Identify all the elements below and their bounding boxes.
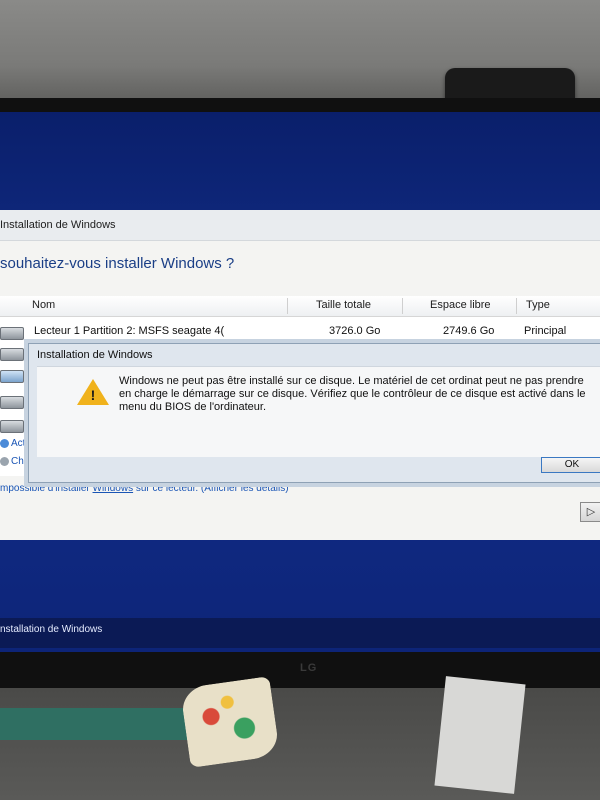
table-row[interactable]: Lecteur 1 Partition 2: MSFS seagate 4( 3…	[0, 321, 600, 343]
hard-drive-icon[interactable]	[0, 348, 24, 361]
load-driver-link[interactable]: Cha	[0, 456, 29, 467]
partition-name: Lecteur 1 Partition 2: MSFS seagate 4(	[34, 325, 225, 337]
partition-total: 3726.0 Go	[329, 325, 381, 337]
fabric-bow	[179, 676, 281, 768]
hard-drive-icon[interactable]	[0, 420, 24, 433]
column-type[interactable]: Type	[526, 299, 550, 311]
dialog-title: Installation de Windows	[37, 349, 153, 361]
warning-exclamation-icon: !	[90, 387, 96, 403]
page-heading: souhaitez-vous installer Windows ?	[0, 255, 235, 272]
error-dialog: Installation de Windows ! Windows ne peu…	[28, 343, 600, 483]
error-message: mpossible d'installer Windows sur ce lec…	[0, 483, 289, 494]
hard-drive-icon[interactable]	[0, 396, 24, 409]
error-suffix[interactable]: sur ce lecteur. (Afficher les détails)	[133, 483, 289, 494]
installer-title: Installation de Windows	[0, 219, 116, 231]
error-prefix: mpossible d'installer	[0, 483, 93, 494]
next-button[interactable]: ▷	[580, 502, 600, 522]
installer-titlebar: Installation de Windows	[0, 210, 600, 241]
hard-drive-icon[interactable]	[0, 370, 24, 383]
dialog-message: Windows ne peut pas être installé sur ce…	[119, 375, 586, 413]
column-total-size[interactable]: Taille totale	[316, 299, 371, 311]
error-windows-link[interactable]: Windows	[93, 483, 134, 494]
table-header: Nom Taille totale Espace libre Type	[0, 296, 600, 317]
column-separator	[516, 298, 517, 314]
refresh-icon	[0, 438, 9, 448]
column-free-space[interactable]: Espace libre	[430, 299, 491, 311]
column-separator	[287, 298, 288, 314]
partition-free: 2749.6 Go	[443, 325, 495, 337]
driver-icon	[0, 456, 9, 466]
dialog-body: ! Windows ne peut pas être installé sur …	[37, 366, 600, 457]
monitor-brand-logo: LG	[300, 662, 318, 674]
column-name[interactable]: Nom	[32, 299, 55, 311]
refresh-link[interactable]: Act	[0, 438, 25, 449]
hard-drive-icon	[0, 327, 24, 340]
screen-taskbar: nstallation de Windows	[0, 618, 600, 648]
load-driver-link-label: Cha	[11, 456, 30, 467]
taskbar-label[interactable]: nstallation de Windows	[0, 624, 102, 635]
column-separator	[402, 298, 403, 314]
paper-sheet	[434, 676, 526, 794]
desk-object	[0, 708, 200, 740]
partition-type: Principal	[524, 325, 567, 337]
refresh-link-label: Act	[11, 438, 26, 449]
ok-button[interactable]: OK	[541, 457, 600, 473]
